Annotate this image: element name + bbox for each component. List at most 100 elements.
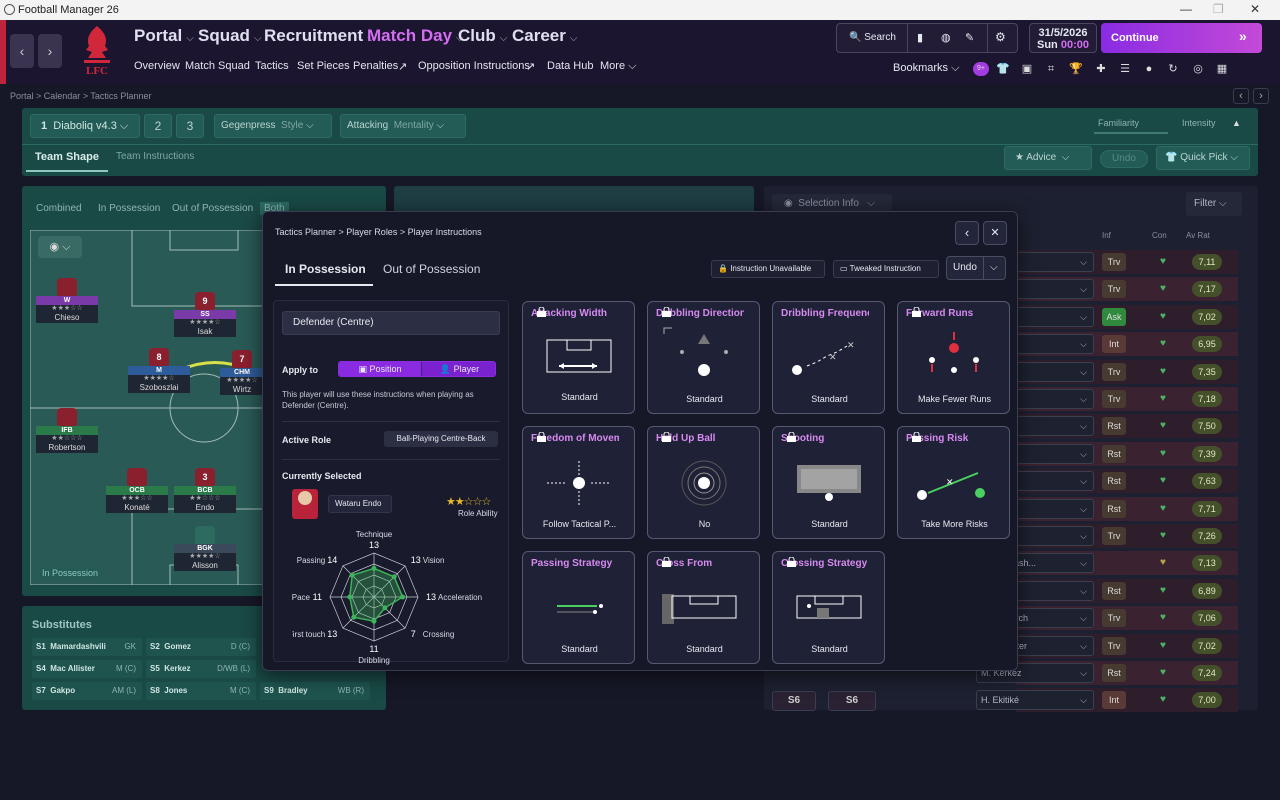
instruction-diagram-icon — [663, 327, 728, 376]
role-label: OCB — [106, 486, 168, 495]
tab-out-of-possession[interactable]: Out of Possession — [172, 203, 253, 214]
instruction-card-dribbling-frequency[interactable]: Dribbling Frequency ✕ ✕ Standard — [772, 301, 885, 414]
instruction-card-cross-from[interactable]: Cross From Standard — [647, 551, 760, 664]
slot-s6[interactable]: S6 — [772, 691, 816, 711]
tab-in-possession[interactable]: In Possession — [98, 203, 160, 214]
instruction-card-crossing-strategy[interactable]: Crossing Strategy Standard — [772, 551, 885, 664]
refresh-icon[interactable]: ↻ — [1166, 62, 1180, 76]
mentality-dropdown[interactable]: Attacking Mentality ⌵ — [340, 114, 466, 138]
instruction-card-attacking-width[interactable]: Attacking Width Standard — [522, 301, 635, 414]
instruction-card-hold-up-ball[interactable]: Hold Up Ball No — [647, 426, 760, 539]
ball-icon[interactable]: ● — [1142, 62, 1156, 76]
player-card-isak[interactable]: 9 SS ★★★★☆ Isak — [174, 292, 236, 337]
subnav-opposition-instructions[interactable]: Opposition Instructions — [418, 60, 530, 72]
col-inf: Inf — [1102, 231, 1111, 240]
nav-club[interactable]: Club ⌵ — [458, 26, 507, 46]
subnav-penalties[interactable]: Penalties — [353, 60, 398, 72]
bookmark-icon[interactable]: ▮ — [917, 31, 923, 44]
nav-match-day[interactable]: Match Day ⌵ — [367, 26, 464, 46]
calendar-icon[interactable]: ▦ — [1215, 62, 1229, 76]
subnav-data-hub[interactable]: Data Hub — [547, 60, 593, 72]
bookmarks-dropdown[interactable]: Bookmarks ⌵ — [893, 62, 959, 75]
sub-row[interactable]: S9 Bradley WB (R) — [260, 682, 370, 700]
instruction-card-freedom-of-movement[interactable]: Freedom of MovementFollow Tactical P... — [522, 426, 635, 539]
clipboard-icon[interactable]: ▣ — [1020, 62, 1034, 76]
football-icon[interactable]: ◎ — [1191, 62, 1205, 76]
familiarity-meter[interactable]: Familiarity — [1094, 118, 1168, 134]
database-icon[interactable]: ☰ — [1118, 62, 1132, 76]
trophy-icon[interactable]: 🏆 — [1069, 62, 1083, 76]
crumb-portal[interactable]: Portal — [10, 91, 34, 101]
player-card-robertson[interactable]: IFB ★★☆☆☆ Robertson — [36, 408, 98, 453]
game-date[interactable]: 31/5/2026 Sun 00:00 — [1029, 23, 1097, 53]
tab-team-instructions[interactable]: Team Instructions — [116, 151, 194, 162]
subnav-more[interactable]: More ⌵ — [600, 60, 636, 73]
search-toolbar: 🔍 Search ▮ ◍ ✎ ⚙ — [836, 23, 1018, 53]
undo-button[interactable]: Undo — [1100, 150, 1148, 168]
subnav-set-pieces[interactable]: Set Pieces — [297, 60, 350, 72]
instruction-card-passing-strategy[interactable]: Passing Strategy Standard — [522, 551, 635, 664]
sub-row[interactable]: S8 Jones M (C) — [146, 682, 256, 700]
tactic-slot-3[interactable]: 3 — [176, 114, 204, 138]
nav-career[interactable]: Career ⌵ — [512, 26, 577, 46]
settings-gear-icon[interactable]: ⚙ — [995, 30, 1006, 44]
role-stars: ★★★★☆ — [220, 377, 264, 385]
club-crest-icon[interactable]: LFC — [80, 24, 114, 76]
nav-recruitment[interactable]: Recruitment ⌵ — [264, 26, 375, 46]
advice-button[interactable]: ★ Advice ⌵ — [1004, 146, 1092, 170]
player-card-chiesa[interactable]: W ★★★☆☆ Chieso — [36, 278, 98, 323]
shirt-icon[interactable]: 👕 — [996, 62, 1010, 76]
instruction-card-passing-risk[interactable]: Passing Risk ✕ Take More Risks — [897, 426, 1010, 539]
close-window-icon[interactable]: ✕ — [1250, 2, 1260, 16]
minimize-icon[interactable]: — — [1180, 2, 1192, 16]
next-icon[interactable]: › — [1253, 88, 1269, 104]
forward-button[interactable]: › — [38, 34, 62, 68]
instruction-value: Standard — [686, 644, 723, 654]
subnav-match-squad[interactable]: Match Squad — [185, 60, 250, 72]
crumb-tactics-planner[interactable]: Tactics Planner — [90, 91, 151, 101]
role-label: CHM — [220, 368, 264, 377]
sub-row[interactable]: S5 Kerkez D/WB (L) — [146, 660, 256, 678]
sub-row[interactable]: S1 Mamardashvili GK — [32, 638, 142, 656]
brain-icon[interactable]: ◍ — [941, 31, 951, 44]
pen-icon[interactable]: ✎ — [965, 31, 974, 44]
prev-icon[interactable]: ‹ — [1233, 88, 1249, 104]
style-dropdown[interactable]: Gegenpress Style ⌵ — [214, 114, 332, 138]
player-instructions-modal: Tactics Planner > Player Roles > Player … — [262, 211, 1018, 671]
player-card-wirtz[interactable]: 7 CHM ★★★★☆ Wirtz — [220, 350, 264, 395]
slot-s6-alt[interactable]: S6 — [828, 691, 876, 711]
tactics-bar: 1 Diaboliq v4.3 ⌵ 2 3 Gegenpress Style ⌵… — [22, 108, 1258, 176]
hierarchy-icon[interactable]: ⌗ — [1044, 62, 1058, 76]
subnav-tactics[interactable]: Tactics — [255, 60, 289, 72]
tab-team-shape[interactable]: Team Shape — [26, 148, 108, 172]
player-card-alisson[interactable]: BGK ★★★★☆ Alisson — [174, 526, 236, 571]
view-toggle[interactable]: ◉ ⌵ — [38, 236, 82, 258]
back-button[interactable]: ‹ — [10, 34, 34, 68]
instruction-card-shooting[interactable]: Shooting Standard — [772, 426, 885, 539]
maximize-icon[interactable]: ❐ — [1213, 2, 1224, 16]
time-text: 00:00 — [1060, 39, 1089, 51]
nav-squad[interactable]: Squad ⌵ — [198, 26, 262, 46]
intensity-meter[interactable]: Intensity ▲ — [1178, 118, 1246, 134]
instruction-card-forward-runs[interactable]: Forward Runs Make Fewer Runs — [897, 301, 1010, 414]
search-button[interactable]: 🔍 Search — [849, 32, 896, 43]
subnav-overview[interactable]: Overview — [134, 60, 180, 72]
continue-button[interactable]: Continue » — [1101, 23, 1262, 53]
sub-row[interactable]: S4 Mac Allister M (C) — [32, 660, 142, 678]
instruction-diagram-icon — [546, 339, 612, 373]
sub-row[interactable]: S2 Gomez D (C) — [146, 638, 256, 656]
filter-dropdown[interactable]: Filter ⌵ — [1186, 192, 1242, 216]
quick-pick-button[interactable]: 👕 Quick Pick ⌵ — [1156, 146, 1250, 170]
instruction-card-dribbling-direction[interactable]: Dribbling Direction Standard — [647, 301, 760, 414]
tactic-slot-2[interactable]: 2 — [144, 114, 172, 138]
player-card-konate[interactable]: OCB ★★★☆☆ Konaté — [106, 468, 168, 513]
player-card-szoboszlai[interactable]: 8 M ★★★★☆ Szoboszlai — [128, 348, 190, 393]
notification-badge[interactable]: 9+ — [973, 62, 989, 76]
medical-icon[interactable]: ✚ — [1094, 62, 1108, 76]
player-card-endo[interactable]: 3 BCB ★★☆☆☆ Endo — [174, 468, 236, 513]
tab-combined[interactable]: Combined — [36, 203, 82, 214]
sub-row[interactable]: S7 Gakpo AM (L) — [32, 682, 142, 700]
nav-portal[interactable]: Portal ⌵ — [134, 26, 194, 46]
tactic-selector[interactable]: 1 Diaboliq v4.3 ⌵ — [30, 114, 140, 138]
crumb-calendar[interactable]: Calendar — [44, 91, 81, 101]
